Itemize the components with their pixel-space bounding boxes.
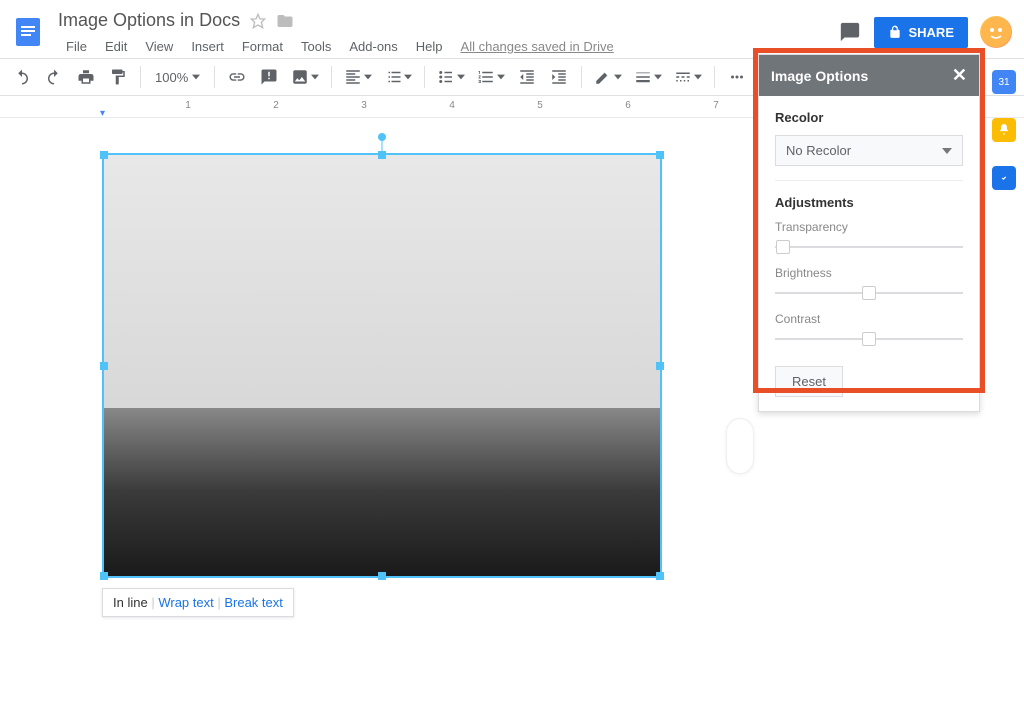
wrap-text[interactable]: Wrap text bbox=[158, 595, 213, 610]
number-list-icon[interactable] bbox=[473, 63, 509, 91]
line-spacing-icon[interactable] bbox=[380, 63, 416, 91]
more-icon[interactable] bbox=[723, 63, 751, 91]
menu-addons[interactable]: Add-ons bbox=[341, 35, 405, 58]
keep-icon[interactable] bbox=[992, 118, 1016, 142]
docs-logo-icon[interactable] bbox=[8, 8, 48, 56]
resize-handle[interactable] bbox=[100, 572, 108, 580]
menu-tools[interactable]: Tools bbox=[293, 35, 339, 58]
avatar[interactable] bbox=[980, 16, 1012, 48]
panel-title: Image Options bbox=[771, 68, 868, 84]
comment-icon[interactable] bbox=[255, 63, 283, 91]
border-weight-icon[interactable] bbox=[630, 63, 666, 91]
link-icon[interactable] bbox=[223, 63, 251, 91]
share-button[interactable]: SHARE bbox=[874, 17, 968, 48]
image-options-panel: Image Options ✕ Recolor No Recolor Adjus… bbox=[758, 54, 980, 412]
indent-increase-icon[interactable] bbox=[545, 63, 573, 91]
comments-icon[interactable] bbox=[838, 20, 862, 44]
break-text[interactable]: Break text bbox=[224, 595, 283, 610]
border-dash-icon[interactable] bbox=[670, 63, 706, 91]
print-icon[interactable] bbox=[72, 63, 100, 91]
resize-handle[interactable] bbox=[656, 572, 664, 580]
resize-handle[interactable] bbox=[100, 362, 108, 370]
menu-insert[interactable]: Insert bbox=[183, 35, 232, 58]
menu-view[interactable]: View bbox=[137, 35, 181, 58]
recolor-title: Recolor bbox=[775, 110, 963, 125]
rotate-handle[interactable] bbox=[378, 133, 386, 141]
bullet-list-icon[interactable] bbox=[433, 63, 469, 91]
save-status: All changes saved in Drive bbox=[453, 35, 622, 58]
transparency-slider[interactable] bbox=[775, 238, 963, 256]
selected-image[interactable] bbox=[102, 153, 662, 578]
menu-help[interactable]: Help bbox=[408, 35, 451, 58]
adjustments-title: Adjustments bbox=[775, 195, 963, 210]
brightness-slider[interactable] bbox=[775, 284, 963, 302]
zoom-dropdown[interactable]: 100% bbox=[149, 70, 206, 85]
resize-handle[interactable] bbox=[656, 151, 664, 159]
border-color-icon[interactable] bbox=[590, 63, 626, 91]
calendar-icon[interactable]: 31 bbox=[992, 70, 1016, 94]
menu-edit[interactable]: Edit bbox=[97, 35, 135, 58]
paint-format-icon[interactable] bbox=[104, 63, 132, 91]
resize-handle[interactable] bbox=[100, 151, 108, 159]
resize-handle[interactable] bbox=[378, 572, 386, 580]
chevron-down-icon bbox=[942, 146, 952, 156]
brightness-label: Brightness bbox=[775, 266, 963, 280]
reset-button[interactable]: Reset bbox=[775, 366, 843, 397]
tasks-icon[interactable] bbox=[992, 166, 1016, 190]
folder-icon[interactable] bbox=[276, 12, 294, 30]
redo-icon[interactable] bbox=[40, 63, 68, 91]
image-icon[interactable] bbox=[287, 63, 323, 91]
menu-file[interactable]: File bbox=[58, 35, 95, 58]
wrap-options-bar: In line | Wrap text | Break text bbox=[102, 588, 294, 617]
close-icon[interactable]: ✕ bbox=[952, 65, 967, 86]
star-icon[interactable] bbox=[250, 13, 266, 29]
share-label: SHARE bbox=[908, 25, 954, 40]
menu-format[interactable]: Format bbox=[234, 35, 291, 58]
resize-handle[interactable] bbox=[656, 362, 664, 370]
explore-toggle[interactable] bbox=[726, 418, 754, 474]
wrap-inline[interactable]: In line bbox=[113, 595, 148, 610]
doc-title[interactable]: Image Options in Docs bbox=[58, 10, 240, 31]
lock-icon bbox=[888, 25, 902, 39]
indent-decrease-icon[interactable] bbox=[513, 63, 541, 91]
resize-handle[interactable] bbox=[378, 151, 386, 159]
transparency-label: Transparency bbox=[775, 220, 963, 234]
contrast-slider[interactable] bbox=[775, 330, 963, 348]
align-icon[interactable] bbox=[340, 63, 376, 91]
recolor-dropdown[interactable]: No Recolor bbox=[775, 135, 963, 166]
contrast-label: Contrast bbox=[775, 312, 963, 326]
undo-icon[interactable] bbox=[8, 63, 36, 91]
